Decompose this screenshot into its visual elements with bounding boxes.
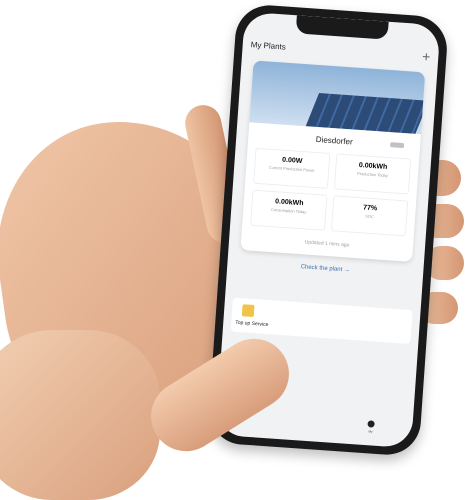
metric-soc: 77% SOC [330,195,409,237]
updated-timestamp: Updated 1 mins ago [304,239,350,249]
tab-label: My [368,429,373,434]
metric-production-power: 0.00W Current Production Power [253,147,331,189]
solar-panel-illustration [305,93,426,134]
wrist [0,330,160,500]
top-up-label: Top up Service [235,319,269,329]
tab-my[interactable]: My [367,420,375,434]
plant-status-badge [389,142,405,149]
top-up-icon [241,304,255,318]
metric-consumption-today: 0.00kWh Consumption Today [250,189,328,231]
check-plant-link[interactable]: Check the plant → [227,259,423,279]
metric-production-today: 0.00kWh Production Today [333,153,412,195]
phone-notch [295,15,389,40]
plant-photo [249,60,426,135]
add-plant-icon[interactable]: + [422,48,431,65]
page-title: My Plants [250,40,287,52]
header: My Plants + [250,40,431,65]
plant-card[interactable]: Diesdorfer 0.00W Current Production Powe… [240,60,426,262]
metrics-grid: 0.00W Current Production Power 0.00kWh P… [250,147,412,237]
top-up-service-card[interactable]: Top up Service [230,297,413,345]
user-icon [367,420,375,428]
